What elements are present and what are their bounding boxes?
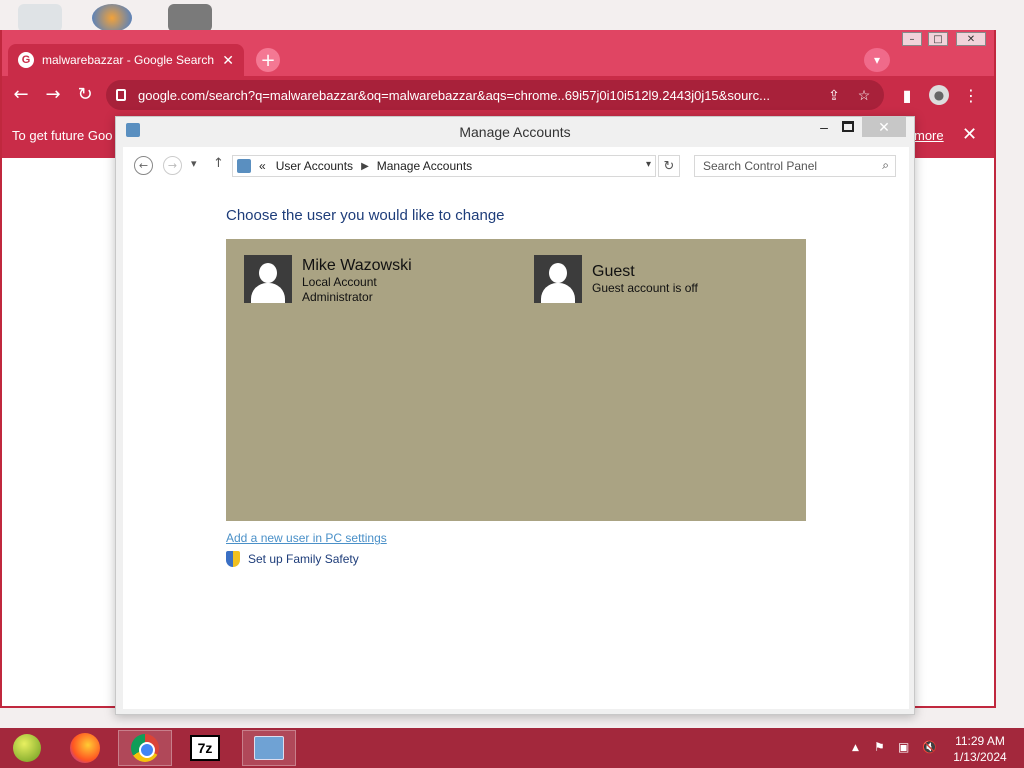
user-avatar-icon <box>534 255 582 303</box>
side-panel-icon[interactable]: ▮ <box>896 84 918 106</box>
window-titlebar: Manage Accounts – ✕ <box>116 117 914 147</box>
recycle-bin-icon[interactable] <box>18 4 62 32</box>
address-bar[interactable]: google.com/search?q=malwarebazzar&oq=mal… <box>106 80 884 110</box>
add-user-link[interactable]: Add a new user in PC settings <box>226 531 387 545</box>
chevron-down-icon[interactable]: ▾ <box>864 48 890 72</box>
system-clock[interactable]: 11:29 AM 1/13/2024 <box>948 733 1012 765</box>
bookmark-star-icon[interactable]: ☆ <box>854 87 874 104</box>
back-button[interactable]: ← <box>134 156 153 175</box>
maximize-button[interactable] <box>842 121 854 132</box>
reload-button[interactable]: ↻ <box>74 83 96 105</box>
search-input[interactable]: Search Control Panel ⌕ <box>694 155 896 177</box>
search-placeholder: Search Control Panel <box>703 159 818 173</box>
up-button[interactable]: ↑ <box>213 156 224 171</box>
show-hidden-icons-chevron-icon[interactable]: ▲ <box>852 743 859 753</box>
minimize-button[interactable]: – <box>902 32 922 46</box>
close-icon[interactable]: ✕ <box>222 52 234 69</box>
navigation-bar: ← → ▾ ↑ « User Accounts ▶ Manage Account… <box>123 147 909 185</box>
shield-icon <box>226 551 240 567</box>
taskbar-7zip[interactable]: 7z <box>178 730 232 766</box>
breadcrumb-user-accounts[interactable]: User Accounts <box>276 159 353 173</box>
maximize-button[interactable]: □ <box>928 32 948 46</box>
network-icon[interactable]: ▣ <box>898 740 909 754</box>
chrome-titlebar: G malwarebazzar - Google Search ✕ + ▾ – … <box>2 30 994 76</box>
account-type: Local Account <box>302 275 377 289</box>
clock-time: 11:29 AM <box>955 734 1005 748</box>
account-name: Guest <box>592 263 635 280</box>
recent-pages-chevron-icon[interactable]: ▾ <box>191 157 197 170</box>
url-text: google.com/search?q=malwarebazzar&oq=mal… <box>138 87 770 103</box>
close-button[interactable]: ✕ <box>862 117 906 137</box>
refresh-button[interactable]: ↻ <box>658 155 680 177</box>
start-orb-icon <box>13 734 41 762</box>
lock-icon <box>116 89 126 101</box>
account-status: Guest account is off <box>592 281 698 295</box>
chevron-right-icon[interactable]: ▶ <box>361 161 369 172</box>
avatar-icon: ● <box>929 85 949 105</box>
volume-muted-icon[interactable]: 🔇 <box>922 740 937 754</box>
tab-title: malwarebazzar - Google Search <box>42 53 215 67</box>
new-tab-button[interactable]: + <box>256 48 280 72</box>
taskbar-firefox[interactable] <box>58 730 112 766</box>
action-center-flag-icon[interactable]: ⚑ <box>874 740 885 754</box>
account-role: Administrator <box>302 290 373 304</box>
user-avatar-icon <box>244 255 292 303</box>
forward-button[interactable]: → <box>163 156 182 175</box>
infobar-link[interactable]: more <box>914 128 944 143</box>
7zip-icon: 7z <box>190 735 220 761</box>
account-tile-mike-wazowski[interactable]: Mike Wazowski Local Account Administrato… <box>244 255 412 305</box>
google-icon: G <box>18 52 34 68</box>
forward-button[interactable]: → <box>42 83 64 105</box>
control-panel-icon <box>237 159 251 173</box>
profile-button[interactable]: ● <box>928 84 950 106</box>
account-tile-guest[interactable]: Guest Guest account is off <box>534 255 698 303</box>
chevron-down-icon[interactable]: ▾ <box>646 159 651 170</box>
taskbar-control-panel[interactable] <box>242 730 296 766</box>
account-name: Mike Wazowski <box>302 257 412 274</box>
breadcrumb-overflow[interactable]: « <box>259 159 266 173</box>
infobar-text: To get future Goo <box>12 128 113 143</box>
share-icon[interactable]: ⇪ <box>824 87 844 104</box>
start-button[interactable] <box>0 730 54 766</box>
firefox-icon <box>70 733 100 763</box>
search-icon[interactable]: ⌕ <box>882 158 889 173</box>
tab-google-search[interactable]: G malwarebazzar - Google Search ✕ <box>8 44 244 76</box>
infobar-close-icon[interactable]: ✕ <box>962 124 977 145</box>
breadcrumb-manage-accounts[interactable]: Manage Accounts <box>377 159 472 173</box>
window-content: ← → ▾ ↑ « User Accounts ▶ Manage Account… <box>123 147 909 709</box>
control-panel-icon <box>254 736 284 760</box>
taskbar: 7z ▲ ⚑ ▣ 🔇 11:29 AM 1/13/2024 <box>0 728 1024 768</box>
windows-desktop-icon[interactable] <box>168 4 212 32</box>
firefox-desktop-icon[interactable] <box>92 4 132 32</box>
family-safety-label: Set up Family Safety <box>248 552 359 566</box>
clock-date: 1/13/2024 <box>953 750 1007 764</box>
breadcrumb[interactable]: « User Accounts ▶ Manage Accounts ▾ <box>232 155 656 177</box>
manage-accounts-window: Manage Accounts – ✕ ← → ▾ ↑ « User Accou… <box>115 116 915 715</box>
menu-kebab-icon[interactable]: ⋮ <box>960 84 982 106</box>
accounts-panel: Mike Wazowski Local Account Administrato… <box>226 239 806 521</box>
back-button[interactable]: ← <box>10 83 32 105</box>
minimize-button[interactable]: – <box>816 119 832 137</box>
family-safety-link[interactable]: Set up Family Safety <box>226 551 359 567</box>
chrome-toolbar: ← → ↻ google.com/search?q=malwarebazzar&… <box>2 76 994 114</box>
taskbar-chrome[interactable] <box>118 730 172 766</box>
page-title: Choose the user you would like to change <box>226 207 505 224</box>
chrome-icon <box>131 734 159 762</box>
window-title: Manage Accounts <box>459 124 571 140</box>
close-window-button[interactable]: ✕ <box>956 32 986 46</box>
